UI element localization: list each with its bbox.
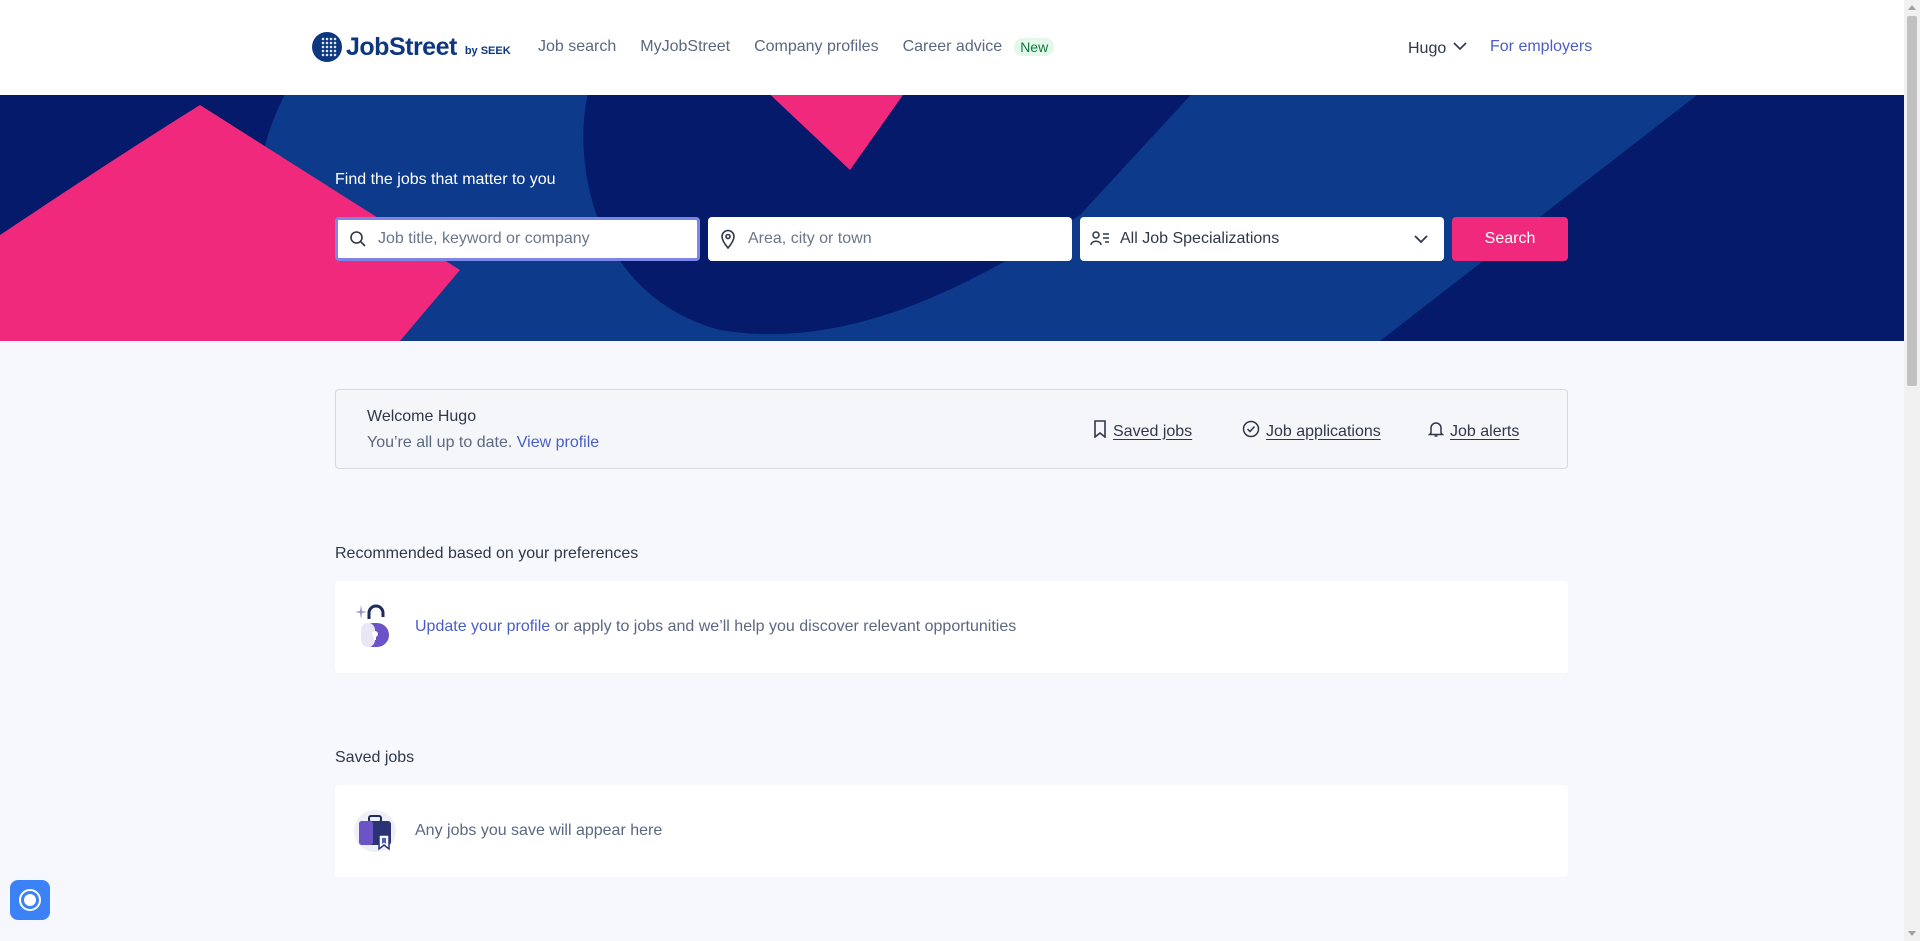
scroll-thumb[interactable] (1907, 16, 1917, 386)
user-menu[interactable]: Hugo (1408, 38, 1468, 59)
update-profile-link[interactable]: Update your profile (415, 618, 550, 635)
job-applications-link[interactable]: Job applications (1242, 420, 1381, 443)
recommended-text: or apply to jobs and we’ll help you disc… (554, 618, 1017, 635)
keyword-field[interactable] (335, 217, 700, 261)
search-button[interactable]: Search (1452, 217, 1568, 261)
jobstreet-logo[interactable]: JobStreet by SEEK (312, 32, 511, 62)
accessibility-button[interactable] (10, 880, 50, 920)
recommended-title: Recommended based on your preferences (335, 545, 639, 562)
scroll-up-icon[interactable] (1908, 5, 1916, 10)
location-field[interactable] (708, 217, 1072, 261)
chevron-down-icon (1412, 230, 1430, 253)
saved-jobs-card: Any jobs you save will appear here (335, 785, 1568, 877)
nav-job-search[interactable]: Job search (538, 38, 616, 56)
person-list-icon (1080, 230, 1120, 248)
saved-jobs-title: Saved jobs (335, 749, 415, 766)
new-badge: New (1014, 38, 1055, 56)
job-alerts-link[interactable]: Job alerts (1427, 420, 1520, 443)
chevron-down-icon (1452, 38, 1468, 59)
specialization-select[interactable]: All Job Specializations (1080, 217, 1444, 261)
logo-by-text: by SEEK (464, 45, 511, 57)
for-employers-link[interactable]: For employers (1490, 38, 1592, 56)
logo-text: JobStreet (346, 32, 457, 61)
welcome-card: Welcome Hugo You’re all up to date. View… (335, 389, 1568, 469)
jobstreet-logo-icon (312, 32, 342, 62)
keyword-input[interactable] (378, 230, 678, 248)
welcome-status: You’re all up to date. View profile (367, 434, 599, 452)
status-text: You’re all up to date. (367, 434, 513, 451)
hero-banner: Find the jobs that matter to you All Job… (0, 95, 1904, 341)
nav-company-profiles[interactable]: Company profiles (754, 38, 879, 56)
welcome-greeting: Welcome Hugo (367, 408, 477, 425)
nav-career-advice[interactable]: Career advice (903, 38, 1003, 56)
saved-jobs-empty-text: Any jobs you save will appear here (415, 822, 663, 839)
record-icon (19, 889, 41, 911)
hero-title: Find the jobs that matter to you (335, 171, 556, 188)
location-pin-icon (708, 229, 748, 249)
recommended-card: Update your profile or apply to jobs and… (335, 581, 1568, 673)
specialization-value: All Job Specializations (1120, 230, 1280, 247)
recommended-message: Update your profile or apply to jobs and… (415, 618, 1016, 636)
job-applications-label: Job applications (1266, 422, 1381, 440)
user-name: Hugo (1408, 39, 1447, 57)
scroll-down-icon[interactable] (1908, 931, 1916, 936)
nav-myjobstreet[interactable]: MyJobStreet (640, 38, 730, 56)
page-scrollbar[interactable] (1904, 0, 1920, 941)
job-alerts-label: Job alerts (1450, 422, 1520, 440)
search-icon (338, 230, 378, 248)
briefcase-bookmark-icon (335, 807, 415, 855)
bell-icon (1427, 420, 1445, 443)
saved-jobs-label: Saved jobs (1113, 422, 1193, 440)
bookmark-icon (1093, 420, 1107, 443)
check-circle-icon (1242, 420, 1260, 443)
main-nav: Job search MyJobStreet Company profiles … (538, 38, 1055, 56)
unlock-illustration-icon (335, 599, 415, 655)
top-header: JobStreet by SEEK Job search MyJobStreet… (0, 0, 1904, 95)
view-profile-link[interactable]: View profile (517, 434, 599, 451)
saved-jobs-link[interactable]: Saved jobs (1093, 420, 1192, 443)
location-input[interactable] (748, 230, 1048, 248)
